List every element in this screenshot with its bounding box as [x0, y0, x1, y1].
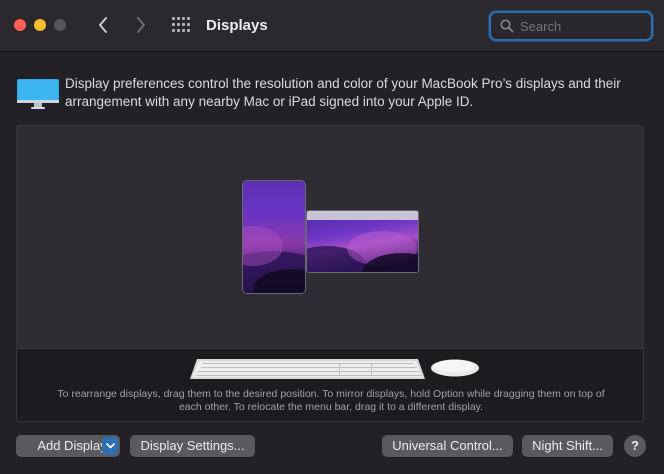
macbook-display[interactable]: [306, 210, 419, 273]
chevron-left-icon: [99, 17, 107, 33]
forward-button[interactable]: [131, 14, 151, 36]
back-button[interactable]: [93, 14, 113, 36]
display-settings-button[interactable]: Display Settings...: [130, 435, 255, 457]
search-input[interactable]: [520, 16, 645, 36]
mouse-icon: [431, 359, 479, 377]
display-arrangement-panel: To rearrange displays, drag them to the …: [16, 125, 644, 422]
universal-control-button[interactable]: Universal Control...: [382, 435, 513, 457]
arrangement-area: [17, 126, 643, 348]
keyboard-icon: [190, 359, 425, 379]
description-text: Display preferences control the resoluti…: [65, 76, 621, 109]
menu-bar[interactable]: [307, 211, 418, 220]
display-monitor-icon: [17, 79, 59, 109]
close-window-button[interactable]: [14, 19, 26, 31]
add-display-label: Add Display: [37, 438, 107, 453]
minimize-window-button[interactable]: [34, 19, 46, 31]
search-field[interactable]: [489, 11, 653, 41]
arrangement-hint: To rearrange displays, drag them to the …: [57, 388, 605, 413]
night-shift-button[interactable]: Night Shift...: [522, 435, 613, 457]
displays-window: Displays Display preferences control the…: [0, 0, 664, 474]
search-icon: [500, 19, 514, 33]
help-button[interactable]: ?: [624, 435, 646, 457]
add-display-button[interactable]: Add Display: [16, 435, 120, 457]
window-title: Displays: [206, 17, 268, 34]
title-bar: Displays: [0, 0, 664, 52]
zoom-window-button[interactable]: [54, 19, 66, 31]
chevron-down-icon[interactable]: [102, 437, 118, 455]
ipad-display[interactable]: [242, 180, 306, 294]
show-all-grid-button[interactable]: [172, 17, 190, 33]
chevron-right-icon: [137, 17, 145, 33]
